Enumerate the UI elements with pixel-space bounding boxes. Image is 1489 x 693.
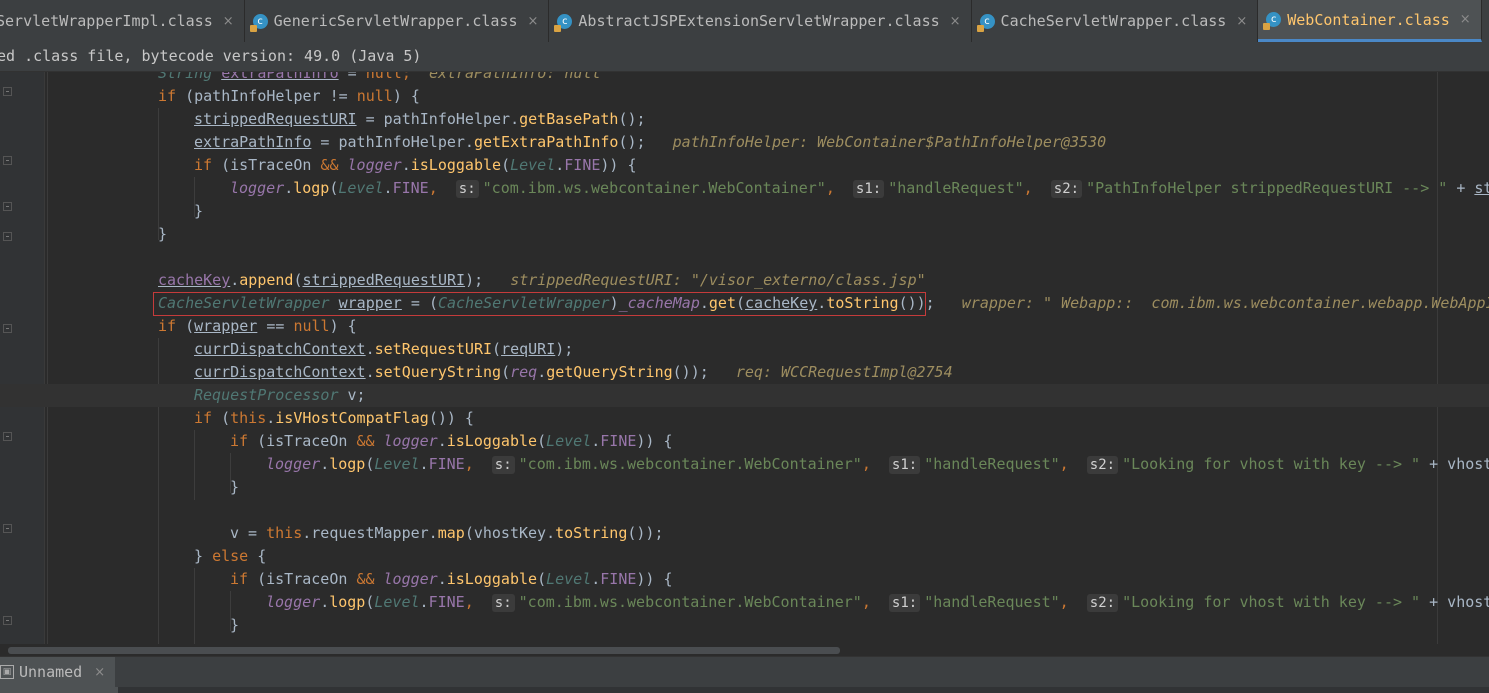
param-hint: s1: [888, 456, 921, 474]
scrollbar-thumb[interactable] [8, 647, 840, 654]
code-line: cacheKey.append(strippedRequestURI); str… [158, 271, 926, 289]
param-hint: s2: [1086, 456, 1119, 474]
tool-tab-label: Unnamed [19, 663, 83, 681]
tab-label: GenericServletWrapper.class [273, 12, 518, 30]
code-line: if (pathInfoHelper != null) { [158, 87, 420, 105]
tab-generic-servlet-wrapper[interactable]: c GenericServletWrapper.class × [245, 0, 550, 42]
code-line: } [194, 202, 204, 220]
tab-cache-servlet-wrapper[interactable]: c CacheServletWrapper.class × [972, 0, 1259, 42]
close-icon[interactable]: × [94, 665, 105, 680]
code-line: String extraPathInfo = null; extraPathIn… [158, 72, 601, 82]
close-icon[interactable]: × [528, 14, 539, 29]
tab-label: WebContainer.class [1287, 10, 1450, 29]
code-line: } [230, 616, 240, 634]
tab-label: ServletWrapperImpl.class [0, 12, 213, 30]
tab-label: CacheServletWrapper.class [1000, 12, 1227, 30]
code-editor[interactable]: String extraPathInfo = null; extraPathIn… [0, 72, 1489, 644]
code-line: strippedRequestURI = pathInfoHelper.getB… [194, 110, 646, 128]
code-line: if (isTraceOn && logger.isLoggable(Level… [230, 570, 673, 588]
code-line: if (wrapper == null) { [158, 317, 357, 335]
close-icon[interactable]: × [1236, 14, 1247, 29]
param-hint: s1: [852, 180, 885, 198]
code-line: currDispatchContext.setQueryString(req.g… [194, 363, 953, 381]
tool-window-strip [118, 687, 1489, 693]
bottom-tool-bar: ▣ Unnamed × [0, 656, 1489, 693]
code-line: currDispatchContext.setRequestURI(reqURI… [194, 340, 574, 358]
tool-tab-underline [0, 687, 118, 693]
param-hint: s2: [1086, 594, 1119, 612]
close-icon[interactable]: × [950, 14, 961, 29]
code-line: } [158, 225, 168, 243]
class-icon: c [976, 13, 995, 32]
param-hint: s1: [888, 594, 921, 612]
code-line: if (isTraceOn && logger.isLoggable(Level… [230, 432, 673, 450]
tab-abstract-jsp-extension-servlet-wrapper[interactable]: c AbstractJSPExtensionServletWrapper.cla… [549, 0, 972, 42]
param-hint: s: [491, 594, 515, 612]
code-line-highlighted: CacheServletWrapper wrapper = (CacheServ… [158, 294, 1489, 312]
close-icon[interactable]: × [1460, 12, 1471, 27]
close-icon[interactable]: × [223, 14, 234, 29]
class-icon: c [554, 13, 573, 32]
code-line: logger.logp(Level.FINE, s: "com.ibm.ws.we… [230, 179, 1489, 198]
code-line: logger.logp(Level.FINE, s: "com.ibm.ws.we… [266, 455, 1489, 474]
editor-tab-bar: ServletWrapperImpl.class × c GenericServ… [0, 0, 1489, 43]
param-hint: s: [455, 180, 479, 198]
class-icon: c [249, 13, 268, 32]
code-line: if (isTraceOn && logger.isLoggable(Level… [194, 156, 637, 174]
code-line: } else { [194, 547, 267, 565]
class-icon: c [1263, 12, 1282, 30]
code-line: extraPathInfo = pathInfoHelper.getExtraP… [194, 133, 1107, 151]
decompiled-banner: ed .class file, bytecode version: 49.0 (… [0, 42, 1489, 72]
console-icon: ▣ [0, 665, 14, 679]
horizontal-scrollbar[interactable] [0, 644, 1489, 656]
tab-label: AbstractJSPExtensionServletWrapper.class [578, 12, 940, 30]
code-line: v = this.requestMapper.map(vhostKey.toSt… [230, 524, 664, 542]
param-hint: s: [491, 456, 515, 474]
tool-tab-unnamed[interactable]: ▣ Unnamed × [0, 657, 116, 687]
code-line: } [230, 478, 240, 496]
tab-servlet-wrapper-impl[interactable]: ServletWrapperImpl.class × [0, 0, 245, 42]
code-line: logger.logp(Level.FINE, s: "com.ibm.ws.we… [266, 593, 1489, 612]
banner-text: ed .class file, bytecode version: 49.0 (… [0, 47, 422, 65]
param-hint: s2: [1050, 180, 1083, 198]
tab-web-container[interactable]: c WebContainer.class × [1258, 0, 1482, 42]
code-line-current: RequestProcessor v; [0, 384, 1489, 407]
code-line: if (this.isVHostCompatFlag()) { [194, 409, 474, 427]
